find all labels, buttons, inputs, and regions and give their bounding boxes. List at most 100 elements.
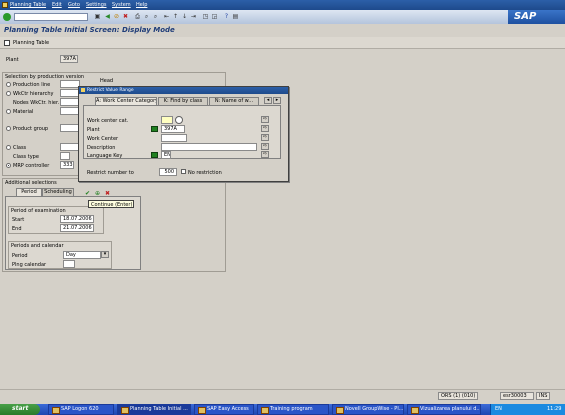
plng-calendar-field[interactable] <box>63 260 75 268</box>
last-page-icon[interactable]: ⇥ <box>190 13 197 20</box>
tab-period[interactable]: Period <box>16 188 42 196</box>
next-page-icon[interactable]: ↓ <box>181 13 188 20</box>
label-production-line: Production line <box>13 82 51 88</box>
radio-material[interactable] <box>6 109 11 114</box>
dialog-range-icon-1[interactable]: ⇨ <box>261 116 269 123</box>
dialog-range-icon-3[interactable]: ⇨ <box>261 134 269 141</box>
label-head: Head <box>100 78 114 84</box>
dialog-field-plant[interactable]: 397A <box>161 125 185 133</box>
sap-logo-text: SAP <box>514 11 537 22</box>
tab-scroll-left-icon[interactable]: ◂ <box>264 97 272 104</box>
dialog-no-restriction-label: No restriction <box>188 170 222 176</box>
task-planning-table[interactable]: Planning Table Initial ... <box>117 404 191 415</box>
app-toolbar: Planning Table <box>0 37 565 49</box>
first-page-icon[interactable]: ⇤ <box>163 13 170 20</box>
cancel-icon[interactable]: ✖ <box>122 13 129 20</box>
dialog-range-icon-4[interactable]: ⇨ <box>261 143 269 150</box>
task-easy-access[interactable]: SAP Easy Access <box>194 404 254 415</box>
label-product-group: Product group <box>13 126 49 132</box>
tab-scroll-right-icon[interactable]: ▸ <box>273 97 281 104</box>
prev-page-icon[interactable]: ↑ <box>172 13 179 20</box>
start-button[interactable]: start <box>0 404 40 415</box>
menu-settings[interactable]: Settings <box>86 2 107 8</box>
help-icon[interactable]: ? <box>223 13 230 20</box>
label-nodes-wkctr-hier: Nodes WkCtr. hier. <box>13 100 60 106</box>
find-next-icon[interactable]: ⌕ <box>152 13 159 20</box>
planning-table-button[interactable]: Planning Table <box>4 39 54 47</box>
dialog-label-work-center: Work Center <box>87 136 119 142</box>
dialog-range-icon-2[interactable]: ⇨ <box>261 125 269 132</box>
dialog-tab-category[interactable]: A: Work Center Category <box>95 97 157 105</box>
field-mrp-controller[interactable]: 333 <box>60 161 74 169</box>
dialog-icon <box>81 88 85 92</box>
field-nodes-wkctr-hier[interactable] <box>60 98 80 106</box>
field-product-group[interactable] <box>60 124 80 132</box>
dialog-tab-name[interactable]: N: Name of w... <box>209 97 259 105</box>
dialog-cancel-icon[interactable]: ✖ <box>104 190 111 197</box>
dialog-restrict-field[interactable]: 500 <box>159 168 177 176</box>
radio-product-group[interactable] <box>6 126 11 131</box>
dialog-field-language[interactable]: EN <box>161 151 171 159</box>
status-mode: INS <box>536 392 550 400</box>
exit-icon[interactable]: ⊘ <box>113 13 120 20</box>
dialog-titlebar: Restrict Value Range <box>79 87 288 94</box>
task-vizualizarea[interactable]: Vizualizarea planului d... <box>407 404 481 415</box>
menu-system[interactable]: System <box>112 2 131 8</box>
layout-icon[interactable]: ▤ <box>232 13 239 20</box>
task-sap-logon[interactable]: SAP Logon 620 <box>48 404 114 415</box>
tray-lang[interactable]: EN <box>495 406 502 412</box>
title-bar: Planning Table Initial Screen: Display M… <box>0 24 565 37</box>
radio-wkctr-hierarchy[interactable] <box>6 91 11 96</box>
dialog-extra-icon[interactable]: ⊕ <box>94 190 101 197</box>
label-class-type: Class type <box>13 154 39 160</box>
radio-mrp-controller[interactable] <box>6 163 11 168</box>
menu-edit[interactable]: Edit <box>52 2 62 8</box>
menu-planning-table[interactable]: Planning Table <box>10 2 46 8</box>
menu-bar: Planning Table Edit Goto Settings System… <box>0 0 565 10</box>
period-dropdown-icon[interactable]: ▾ <box>101 251 109 258</box>
dialog-workcenter-cat-f4-icon[interactable] <box>175 116 183 124</box>
save-icon[interactable]: ▣ <box>94 13 101 20</box>
tab-scheduling[interactable]: Scheduling <box>42 188 74 196</box>
back-icon[interactable]: ◀ <box>104 13 111 20</box>
shortcut-icon[interactable]: ◲ <box>211 13 218 20</box>
dialog-field-workcenter-cat[interactable] <box>161 116 173 124</box>
dialog-range-icon-5[interactable]: ⇨ <box>261 151 269 158</box>
end-field[interactable]: 21.07.2006 <box>60 224 94 232</box>
dialog-restrict-label: Restrict number to <box>87 170 134 176</box>
radio-production-line[interactable] <box>6 82 11 87</box>
page-title: Planning Table Initial Screen: Display M… <box>4 26 175 34</box>
field-material[interactable] <box>60 107 80 115</box>
task-training[interactable]: Training program <box>257 404 329 415</box>
dialog-field-work-center[interactable] <box>161 134 187 142</box>
plant-label: Plant <box>6 57 19 63</box>
task-groupwise[interactable]: Novell GroupWise - Pl... <box>332 404 404 415</box>
find-icon[interactable]: ⌕ <box>143 13 150 20</box>
dialog-field-description[interactable] <box>161 143 257 151</box>
menu-goto[interactable]: Goto <box>68 2 80 8</box>
planning-table-label: Planning Table <box>13 40 50 46</box>
status-session: ORS (1) (010) <box>438 392 478 400</box>
period-label: Period <box>12 253 28 259</box>
window-icon[interactable] <box>2 2 8 8</box>
period-select[interactable]: Day <box>63 251 101 259</box>
print-icon[interactable]: ⎙ <box>134 13 141 20</box>
plant-field[interactable]: 397A <box>60 55 78 63</box>
enter-icon[interactable] <box>3 13 11 21</box>
dialog-label-workcenter-cat: Work center cat. <box>87 118 129 124</box>
field-class[interactable] <box>60 143 80 151</box>
field-wkctr-hierarchy[interactable] <box>60 89 80 97</box>
system-tray: EN 11:29 <box>490 404 565 415</box>
continue-check-icon[interactable]: ✔ <box>84 190 91 197</box>
radio-class[interactable] <box>6 145 11 150</box>
field-production-line[interactable] <box>60 80 80 88</box>
dialog-no-restriction-checkbox[interactable] <box>181 169 186 174</box>
label-wkctr-hierarchy: WkCtr hierarchy <box>13 91 54 97</box>
dialog-tab-find-class[interactable]: K: Find by class <box>158 97 208 105</box>
start-field[interactable]: 18.07.2006 <box>60 215 94 223</box>
field-class-type[interactable] <box>60 152 70 160</box>
command-field[interactable] <box>14 13 88 21</box>
start-label: start <box>12 405 29 412</box>
new-session-icon[interactable]: ◳ <box>202 13 209 20</box>
menu-help[interactable]: Help <box>136 2 147 8</box>
